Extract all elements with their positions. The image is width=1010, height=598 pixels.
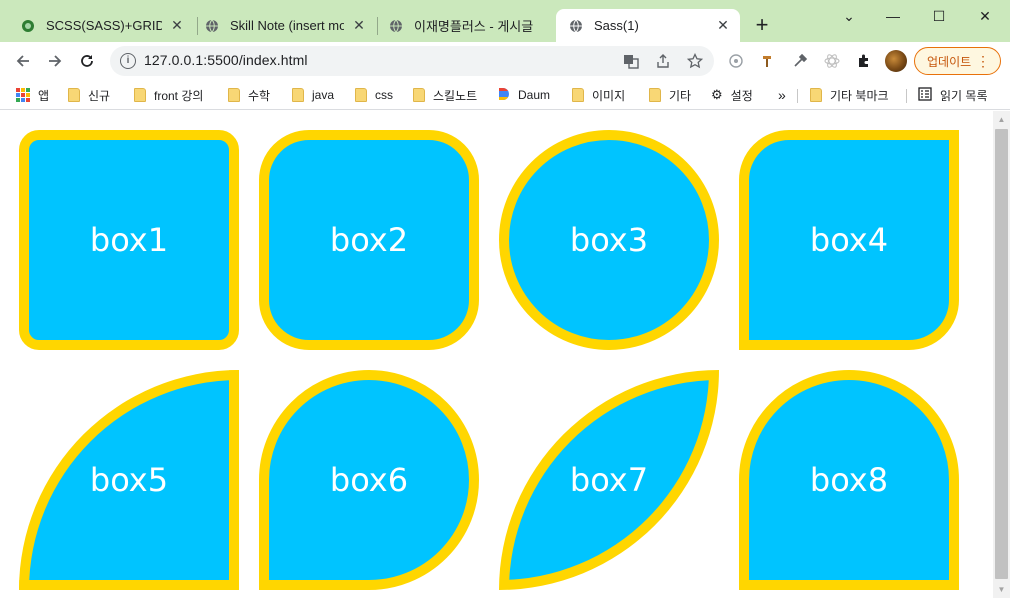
green-grid-icon bbox=[20, 18, 36, 34]
bookmark-daum[interactable]: Daum bbox=[498, 85, 550, 105]
bookmark-label: front 강의 bbox=[154, 88, 204, 103]
gear-icon: ⚙ bbox=[711, 87, 723, 102]
bookmark-other[interactable]: 기타 북마크 bbox=[810, 85, 889, 105]
bookmark-label: 기타 bbox=[669, 88, 692, 103]
window-close-button[interactable]: ✕ bbox=[970, 4, 1000, 28]
tab-skill-note[interactable]: Skill Note (insert mod ✕ bbox=[192, 9, 376, 42]
scroll-down-arrow-icon[interactable]: ▼ bbox=[993, 581, 1010, 598]
folder-icon bbox=[649, 88, 661, 102]
bookmark-label: java bbox=[312, 88, 335, 102]
bookmark-folder-images[interactable]: 이미지 bbox=[572, 85, 625, 105]
bookmark-folder-math[interactable]: 수학 bbox=[228, 85, 270, 105]
tab-title: 이재명플러스 - 게시글 bbox=[414, 19, 534, 34]
folder-icon bbox=[292, 88, 304, 102]
tab-strip: SCSS(SASS)+GRID+FL ✕ Skill Note (insert … bbox=[0, 0, 1010, 42]
bookmark-label: 수학 bbox=[248, 88, 271, 103]
url-text[interactable]: 127.0.0.1:5500/index.html bbox=[144, 52, 308, 68]
tab-scss-grid[interactable]: SCSS(SASS)+GRID+FL ✕ bbox=[8, 9, 194, 42]
reading-list-label: 읽기 목록 bbox=[940, 88, 988, 103]
vertical-scrollbar[interactable]: ▲ ▼ bbox=[993, 111, 1010, 598]
tab-search-button[interactable]: ⌄ bbox=[834, 4, 864, 28]
address-bar[interactable]: i 127.0.0.1:5500/index.html bbox=[110, 46, 714, 76]
more-menu-icon[interactable]: ⋮ bbox=[976, 52, 990, 70]
extensions-puzzle-icon[interactable] bbox=[854, 51, 874, 71]
scroll-up-arrow-icon[interactable]: ▲ bbox=[993, 111, 1010, 128]
update-button[interactable]: 업데이트 ⋮ bbox=[914, 47, 1001, 75]
bookmark-label: 신규 bbox=[88, 88, 111, 103]
box-5: box5 bbox=[19, 370, 239, 590]
tab-title: Sass(1) bbox=[594, 18, 639, 33]
bookmark-settings[interactable]: ⚙ 설정 bbox=[711, 85, 753, 105]
folder-icon bbox=[228, 88, 240, 102]
box-6: box6 bbox=[259, 370, 479, 590]
bookmark-star-icon[interactable] bbox=[686, 52, 704, 70]
site-info-icon[interactable]: i bbox=[120, 53, 136, 69]
browser-toolbar: i 127.0.0.1:5500/index.html 업데이트 ⋮ bbox=[0, 42, 1010, 80]
back-arrow-icon bbox=[16, 55, 29, 67]
folder-icon bbox=[810, 88, 822, 102]
bookmarks-overflow-button[interactable]: » bbox=[778, 85, 786, 105]
reading-list-icon bbox=[918, 86, 932, 104]
folder-icon bbox=[134, 88, 146, 102]
bookmark-label: 설정 bbox=[730, 88, 753, 103]
box-1: box1 bbox=[19, 130, 239, 350]
close-icon[interactable]: ✕ bbox=[350, 17, 368, 35]
reload-icon bbox=[81, 55, 93, 67]
bookmark-folder-new[interactable]: 신규 bbox=[68, 85, 110, 105]
tab-sass-active[interactable]: Sass(1) ✕ bbox=[556, 9, 740, 42]
bookmark-separator bbox=[797, 89, 798, 103]
box-3: box3 bbox=[499, 130, 719, 350]
forward-button[interactable] bbox=[42, 48, 68, 74]
bookmark-label: 앱 bbox=[38, 88, 50, 103]
box-2: box2 bbox=[259, 130, 479, 350]
globe-icon bbox=[568, 18, 584, 34]
folder-icon bbox=[355, 88, 367, 102]
close-icon[interactable]: ✕ bbox=[714, 17, 732, 35]
bookmarks-bar: 앱 신규 front 강의 수학 java css 스킬노트 Daum 이미지 … bbox=[0, 80, 1010, 110]
profile-avatar[interactable] bbox=[885, 50, 907, 72]
page-viewport: box1 box2 box3 box4 box5 box6 box7 box8 bbox=[0, 111, 993, 598]
tab-title: Skill Note (insert mod bbox=[230, 18, 344, 33]
bookmark-label: Daum bbox=[518, 88, 551, 102]
bookmark-folder-java[interactable]: java bbox=[292, 85, 334, 105]
scrollbar-thumb[interactable] bbox=[995, 129, 1008, 579]
update-label: 업데이트 bbox=[927, 54, 972, 69]
eyedropper-icon[interactable] bbox=[790, 51, 810, 71]
close-icon[interactable]: ✕ bbox=[168, 17, 186, 35]
extension-hammer-icon[interactable] bbox=[758, 51, 778, 71]
box-8: box8 bbox=[739, 370, 959, 590]
folder-icon bbox=[572, 88, 584, 102]
bookmark-separator bbox=[906, 89, 907, 103]
box-4: box4 bbox=[739, 130, 959, 350]
extension-timer-icon[interactable] bbox=[726, 51, 746, 71]
bookmark-folder-skillnote[interactable]: 스킬노트 bbox=[413, 85, 477, 105]
forward-arrow-icon bbox=[49, 55, 62, 67]
new-tab-button[interactable]: + bbox=[750, 14, 774, 38]
react-devtools-icon[interactable] bbox=[822, 51, 842, 71]
minimize-button[interactable]: — bbox=[878, 4, 908, 28]
bookmark-label: 기타 북마크 bbox=[830, 88, 889, 103]
folder-icon bbox=[68, 88, 80, 102]
bookmark-folder-css[interactable]: css bbox=[355, 85, 393, 105]
bookmark-label: css bbox=[375, 88, 393, 102]
reading-list-button[interactable]: 읽기 목록 bbox=[918, 85, 988, 105]
globe-icon bbox=[388, 18, 404, 34]
bookmark-label: 스킬노트 bbox=[433, 88, 478, 103]
maximize-button[interactable]: ☐ bbox=[924, 4, 954, 28]
bookmark-label: 이미지 bbox=[592, 88, 626, 103]
folder-icon bbox=[413, 88, 425, 102]
bookmark-apps[interactable]: 앱 bbox=[16, 85, 49, 105]
share-icon[interactable] bbox=[654, 52, 672, 70]
apps-grid-icon bbox=[16, 88, 30, 102]
reload-button[interactable] bbox=[74, 48, 100, 74]
tab-title: SCSS(SASS)+GRID+FL bbox=[46, 18, 162, 33]
globe-icon bbox=[204, 18, 220, 34]
back-button[interactable] bbox=[10, 48, 36, 74]
box-7: box7 bbox=[499, 370, 719, 590]
translate-icon[interactable] bbox=[622, 52, 640, 70]
daum-logo-icon bbox=[498, 87, 510, 104]
bookmark-folder-front[interactable]: front 강의 bbox=[134, 85, 203, 105]
tab-board-post[interactable]: 이재명플러스 - 게시글 bbox=[376, 9, 556, 42]
bookmark-folder-etc[interactable]: 기타 bbox=[649, 85, 691, 105]
